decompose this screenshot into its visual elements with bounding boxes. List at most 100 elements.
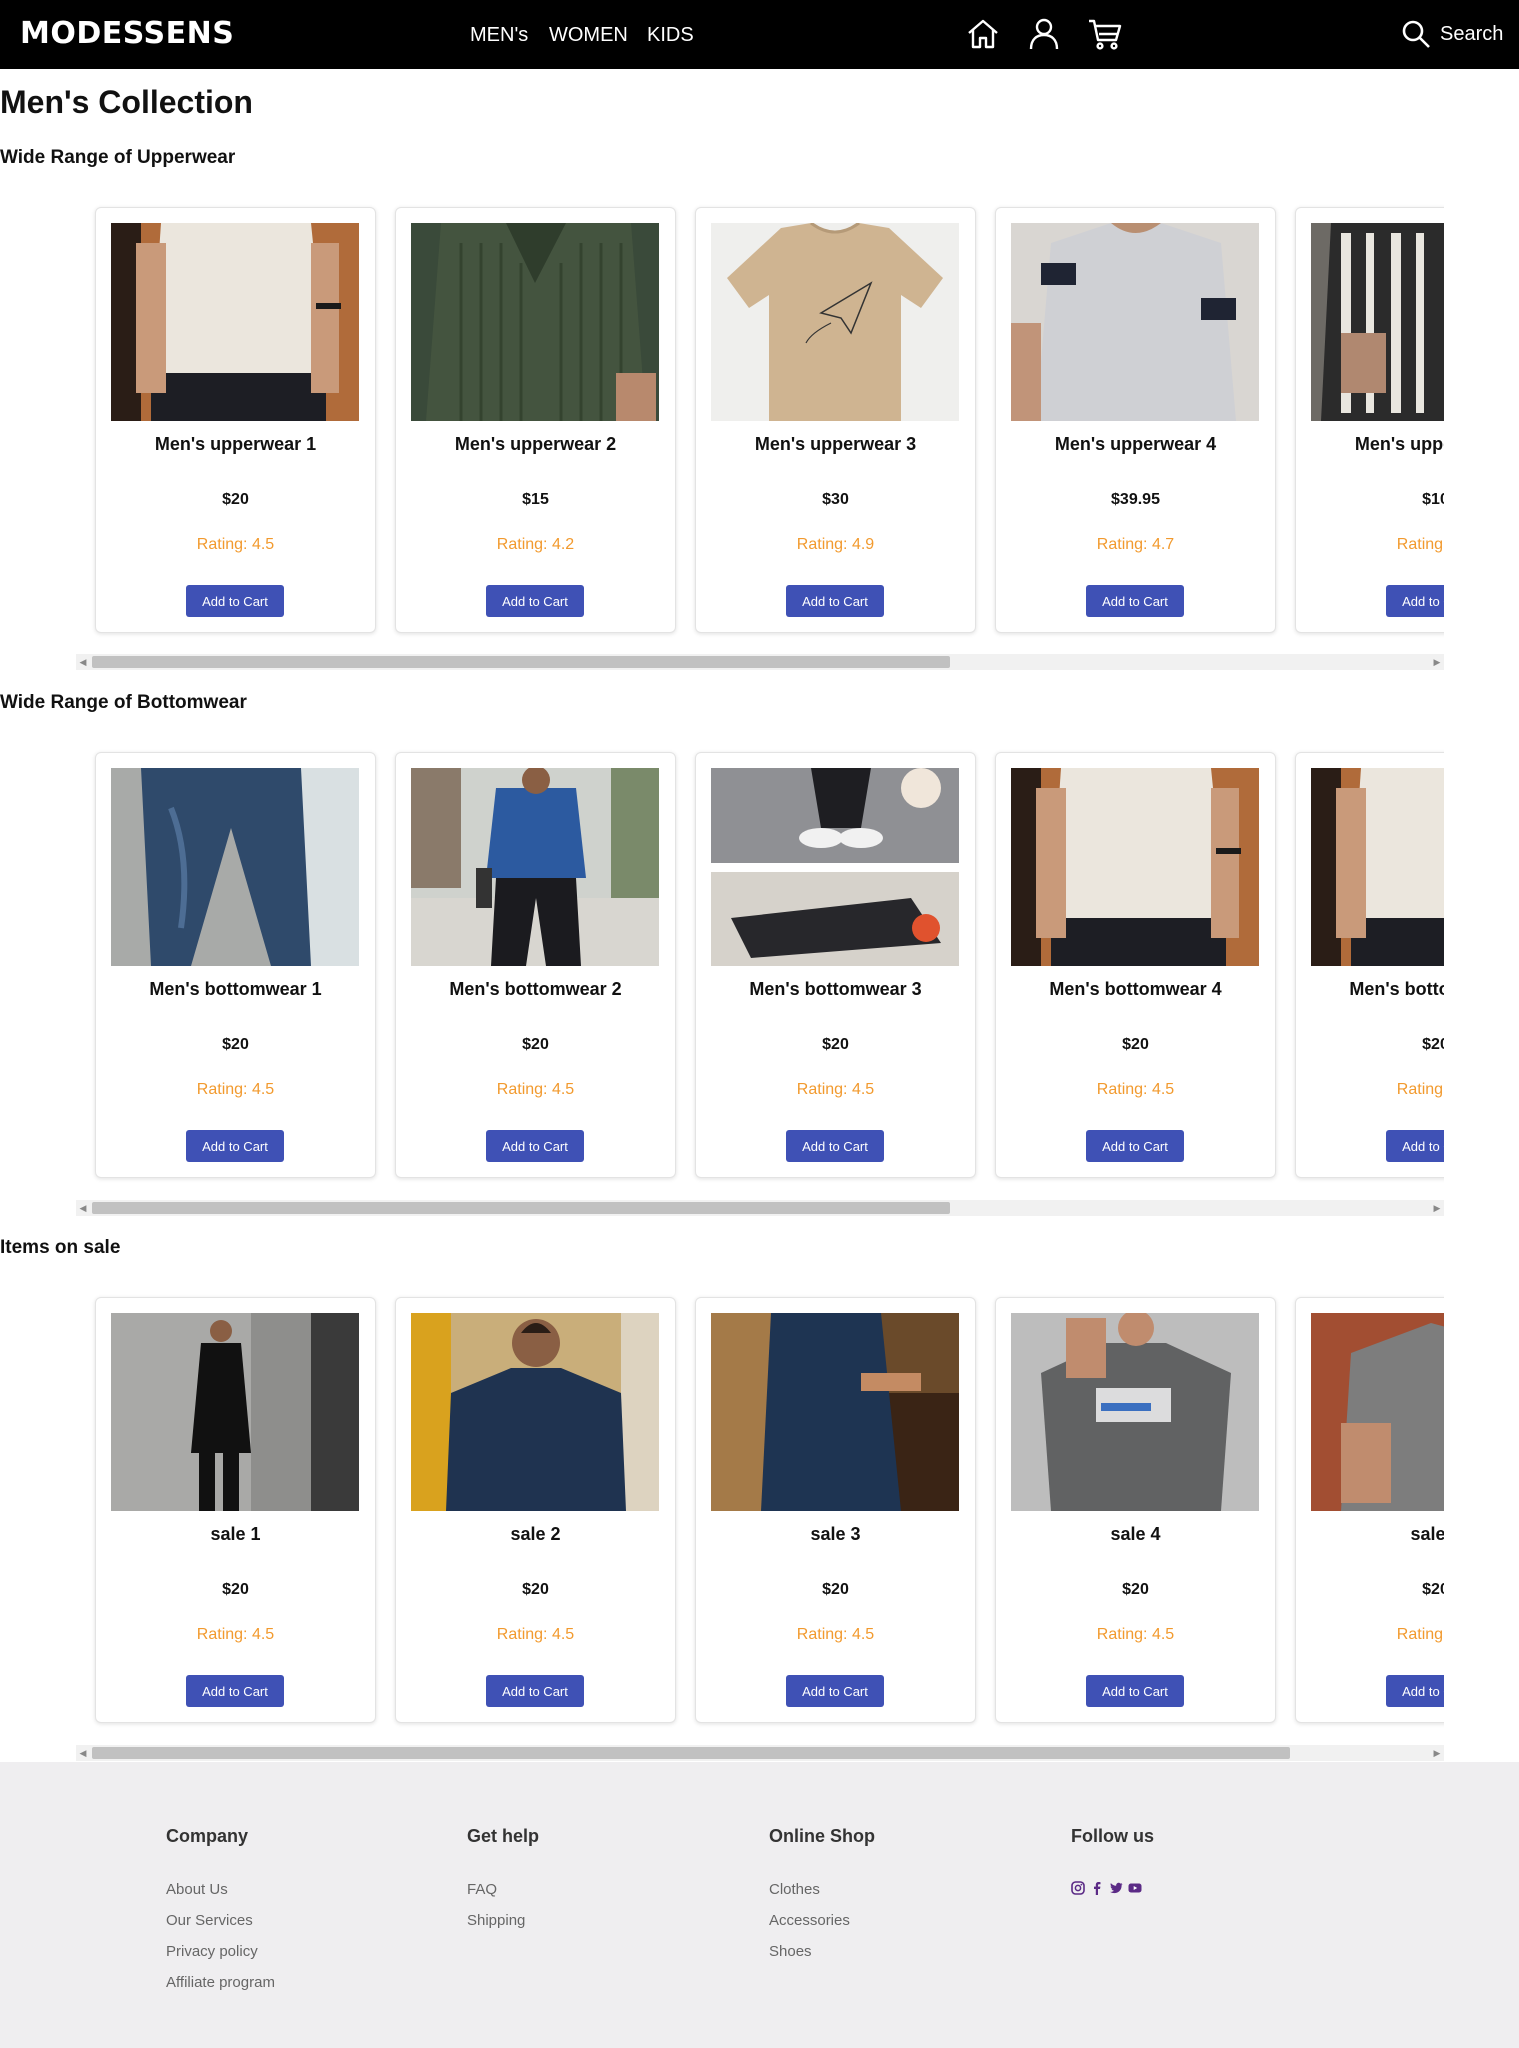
footer-link-privacy-policy[interactable]: Privacy policy — [166, 1943, 275, 1960]
add-to-cart-button[interactable]: Add to Cart — [186, 1675, 284, 1707]
product-image[interactable] — [1011, 1313, 1259, 1511]
footer-heading: Online Shop — [769, 1826, 875, 1846]
scroll-left-arrow[interactable]: ◀ — [76, 654, 90, 670]
add-to-cart-button[interactable]: Add to Cart — [1086, 1675, 1184, 1707]
carousel-sale[interactable]: sale 1 $20 Rating: 4.5 Add to Cart sale … — [80, 1289, 1444, 1729]
product-card: Men's bottomwear 3 $20 Rating: 4.5 Add t… — [695, 752, 976, 1178]
footer-link-about-us[interactable]: About Us — [166, 1881, 275, 1898]
twitter-icon[interactable] — [1109, 1881, 1123, 1895]
product-image[interactable] — [1311, 223, 1444, 421]
product-name: Men's upperwear 1 — [154, 434, 317, 454]
product-image[interactable] — [1011, 223, 1259, 421]
footer-column-follow-us: Follow us — [1071, 1826, 1154, 1895]
product-price: $20 — [222, 1036, 249, 1053]
add-to-cart-button[interactable]: Add to Cart — [186, 585, 284, 617]
horizontal-scrollbar[interactable]: ◀ ▶ — [76, 1200, 1444, 1216]
product-card: Men's upperwear 2 $15 Rating: 4.2 Add to… — [395, 207, 676, 633]
product-image[interactable] — [711, 1313, 959, 1511]
carousel-bottomwear[interactable]: Men's bottomwear 1 $20 Rating: 4.5 Add t… — [80, 744, 1444, 1184]
footer-heading: Follow us — [1071, 1826, 1154, 1846]
product-image[interactable] — [1311, 1313, 1444, 1511]
section-title-bottomwear: Wide Range of Bottomwear — [0, 692, 247, 713]
footer-link-our-services[interactable]: Our Services — [166, 1912, 275, 1929]
add-to-cart-button[interactable]: Add to Cart — [1386, 1675, 1444, 1707]
youtube-icon[interactable] — [1128, 1881, 1142, 1895]
product-name: sale 2 — [510, 1524, 561, 1544]
product-image[interactable] — [111, 768, 359, 966]
product-name: Men's upperwear 4 — [1054, 434, 1217, 454]
product-image[interactable] — [411, 1313, 659, 1511]
product-image[interactable] — [111, 1313, 359, 1511]
cart-icon[interactable] — [1087, 16, 1123, 52]
add-to-cart-button[interactable]: Add to Cart — [786, 1130, 884, 1162]
home-icon[interactable] — [965, 16, 1001, 52]
add-to-cart-button[interactable]: Add to Cart — [1386, 1130, 1444, 1162]
product-name: Men's upperwear 2 — [454, 434, 617, 454]
facebook-icon[interactable] — [1090, 1881, 1104, 1895]
horizontal-scrollbar[interactable]: ◀ ▶ — [76, 1745, 1444, 1761]
social-links — [1071, 1881, 1154, 1895]
product-rating: Rating: 4.5 — [1396, 536, 1444, 553]
product-card: sale 3 $20 Rating: 4.5 Add to Cart — [695, 1297, 976, 1723]
product-name: Men's upperwear 5 — [1354, 434, 1444, 454]
product-price: $20 — [522, 1036, 549, 1053]
add-to-cart-button[interactable]: Add to Cart — [186, 1130, 284, 1162]
product-name: Men's bottomwear 4 — [1049, 979, 1222, 999]
scrollbar-thumb[interactable] — [92, 1747, 1290, 1759]
product-card: sale 4 $20 Rating: 4.5 Add to Cart — [995, 1297, 1276, 1723]
product-image[interactable] — [111, 223, 359, 421]
footer-column-online-shop: Online Shop Clothes Accessories Shoes — [769, 1826, 875, 1974]
footer-link-affiliate-program[interactable]: Affiliate program — [166, 1974, 275, 1991]
product-price: $20 — [522, 1581, 549, 1598]
add-to-cart-button[interactable]: Add to Cart — [786, 1675, 884, 1707]
footer-link-faq[interactable]: FAQ — [467, 1881, 539, 1898]
scroll-right-arrow[interactable]: ▶ — [1430, 1745, 1444, 1761]
product-rating: Rating: 4.5 — [796, 1081, 875, 1098]
nav-men[interactable]: MEN's — [470, 24, 528, 47]
product-price: $20 — [1422, 1036, 1444, 1053]
product-image[interactable] — [411, 223, 659, 421]
product-name: Men's bottomwear 3 — [749, 979, 922, 999]
instagram-icon[interactable] — [1071, 1881, 1085, 1895]
footer-column-company: Company About Us Our Services Privacy po… — [166, 1826, 275, 2005]
product-card: Men's upperwear 3 $30 Rating: 4.9 Add to… — [695, 207, 976, 633]
scroll-left-arrow[interactable]: ◀ — [76, 1745, 90, 1761]
product-image[interactable] — [711, 223, 959, 421]
scroll-left-arrow[interactable]: ◀ — [76, 1200, 90, 1216]
product-price: $10 — [1422, 491, 1444, 508]
product-image[interactable] — [1011, 768, 1259, 966]
product-image[interactable] — [711, 768, 959, 966]
product-name: Men's bottomwear 1 — [149, 979, 322, 999]
add-to-cart-button[interactable]: Add to Cart — [786, 585, 884, 617]
add-to-cart-button[interactable]: Add to Cart — [486, 585, 584, 617]
nav-women[interactable]: WOMEN — [549, 24, 628, 47]
carousel-upperwear[interactable]: Men's upperwear 1 $20 Rating: 4.5 Add to… — [80, 199, 1444, 639]
add-to-cart-button[interactable]: Add to Cart — [486, 1675, 584, 1707]
product-rating: Rating: 4.5 — [1396, 1081, 1444, 1098]
product-rating: Rating: 4.5 — [196, 1626, 275, 1643]
user-icon[interactable] — [1026, 16, 1062, 52]
nav-kids[interactable]: KIDS — [647, 24, 694, 47]
footer-link-shoes[interactable]: Shoes — [769, 1943, 875, 1960]
add-to-cart-button[interactable]: Add to Cart — [1086, 1130, 1184, 1162]
horizontal-scrollbar[interactable]: ◀ ▶ — [76, 654, 1444, 670]
scroll-right-arrow[interactable]: ▶ — [1430, 654, 1444, 670]
add-to-cart-button[interactable]: Add to Cart — [1386, 585, 1444, 617]
product-card: Men's upperwear 1 $20 Rating: 4.5 Add to… — [95, 207, 376, 633]
product-price: $20 — [222, 491, 249, 508]
footer-link-shipping[interactable]: Shipping — [467, 1912, 539, 1929]
product-image[interactable] — [411, 768, 659, 966]
footer-link-clothes[interactable]: Clothes — [769, 1881, 875, 1898]
product-image[interactable] — [1311, 768, 1444, 966]
scrollbar-thumb[interactable] — [92, 656, 950, 668]
product-price: $20 — [1122, 1581, 1149, 1598]
scroll-right-arrow[interactable]: ▶ — [1430, 1200, 1444, 1216]
brand-logo[interactable]: MODESSENS — [20, 16, 234, 51]
add-to-cart-button[interactable]: Add to Cart — [486, 1130, 584, 1162]
product-price: $20 — [822, 1036, 849, 1053]
scrollbar-thumb[interactable] — [92, 1202, 950, 1214]
add-to-cart-button[interactable]: Add to Cart — [1086, 585, 1184, 617]
footer-link-accessories[interactable]: Accessories — [769, 1912, 875, 1929]
search-button[interactable]: Search — [1400, 18, 1503, 50]
product-rating: Rating: 4.5 — [196, 536, 275, 553]
